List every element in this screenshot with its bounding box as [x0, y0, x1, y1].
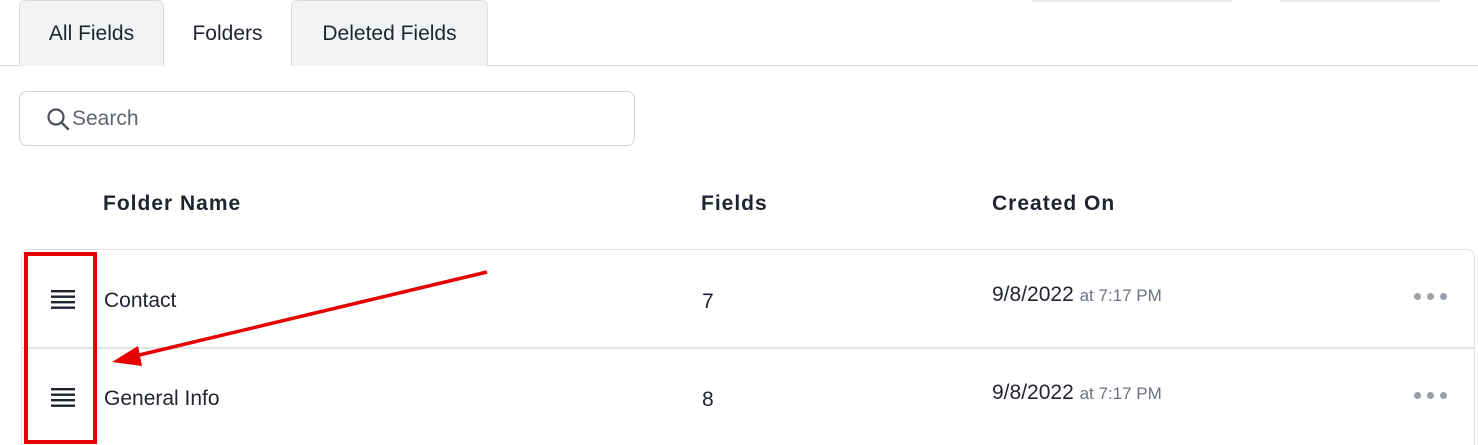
- created-date: 9/8/2022: [992, 283, 1074, 306]
- folder-name[interactable]: Contact: [104, 289, 176, 313]
- more-options-icon[interactable]: [1414, 390, 1448, 400]
- column-header-folder-name[interactable]: Folder Name: [103, 192, 241, 216]
- table-row[interactable]: Contact 7 9/8/2022 at 7:17 PM: [21, 249, 1475, 348]
- tab-all-fields[interactable]: All Fields: [19, 0, 164, 66]
- search-box[interactable]: [19, 91, 635, 146]
- created-on: 9/8/2022 at 7:17 PM: [992, 283, 1162, 307]
- tab-bar: All Fields Folders Deleted Fields: [0, 0, 1478, 67]
- field-count: 8: [702, 388, 714, 411]
- top-control-edge: [1280, 0, 1440, 2]
- folder-name[interactable]: General Info: [104, 387, 220, 411]
- created-time: at 7:17 PM: [1079, 384, 1162, 403]
- table-row[interactable]: General Info 8 9/8/2022 at 7:17 PM: [21, 348, 1475, 445]
- drag-handle-icon[interactable]: [50, 386, 76, 408]
- column-header-fields[interactable]: Fields: [701, 192, 768, 216]
- top-control-edge: [1032, 0, 1232, 2]
- field-count: 7: [702, 290, 714, 313]
- more-options-icon[interactable]: [1414, 291, 1448, 301]
- created-date: 9/8/2022: [992, 381, 1074, 404]
- column-header-created-on[interactable]: Created On: [992, 192, 1115, 216]
- created-time: at 7:17 PM: [1079, 286, 1162, 305]
- search-input[interactable]: [72, 92, 612, 145]
- tab-deleted-fields[interactable]: Deleted Fields: [291, 0, 488, 66]
- search-icon: [47, 108, 70, 131]
- created-on: 9/8/2022 at 7:17 PM: [992, 381, 1162, 405]
- drag-handle-icon[interactable]: [50, 288, 76, 310]
- tab-folders[interactable]: Folders: [164, 0, 291, 67]
